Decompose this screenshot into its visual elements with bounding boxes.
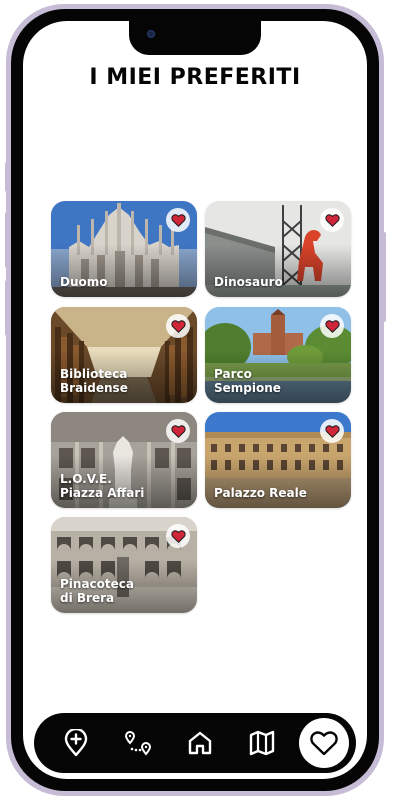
favorite-card-label: Pinacoteca di Brera <box>60 577 134 605</box>
heart-icon <box>170 214 186 227</box>
heart-icon <box>170 530 186 543</box>
nav-map[interactable] <box>242 723 282 763</box>
favorite-card-label: Parco Sempione <box>214 367 281 395</box>
notch <box>129 21 261 55</box>
favorite-toggle-button[interactable] <box>166 419 190 443</box>
nav-favorites[interactable] <box>299 718 349 768</box>
favorite-card-label: L.O.V.E. Piazza Affari <box>60 472 145 500</box>
favorite-card-label: Palazzo Reale <box>214 486 307 500</box>
nav-add-location[interactable] <box>56 723 96 763</box>
favorite-card-palazzo-reale[interactable]: Palazzo Reale <box>205 412 351 508</box>
front-camera <box>147 30 155 38</box>
favorite-card-pinacoteca-di-brera[interactable]: Pinacoteca di Brera <box>51 517 197 613</box>
volume-down-button <box>5 280 9 336</box>
app-screen: I MIEI PREFERITI Duomo Dinosauro Bibliot… <box>23 21 367 779</box>
favorite-toggle-button[interactable] <box>166 208 190 232</box>
favorite-toggle-button[interactable] <box>320 208 344 232</box>
heart-icon <box>310 731 338 756</box>
favorite-toggle-button[interactable] <box>166 314 190 338</box>
heart-icon <box>324 214 340 227</box>
power-button <box>382 232 386 322</box>
bottom-nav-bar <box>34 713 356 773</box>
volume-up-button <box>5 212 9 268</box>
page-title: I MIEI PREFERITI <box>89 65 301 90</box>
home-icon <box>188 731 212 755</box>
favorite-toggle-button[interactable] <box>320 314 344 338</box>
heart-icon <box>170 320 186 333</box>
favorite-card-label: Biblioteca Braidense <box>60 367 128 395</box>
route-icon <box>124 731 152 756</box>
favorite-card-label: Duomo <box>60 275 108 289</box>
favorite-toggle-button[interactable] <box>320 419 344 443</box>
favorite-card-love-piazza-affari[interactable]: L.O.V.E. Piazza Affari <box>51 412 197 508</box>
add-location-icon <box>64 729 88 757</box>
favorite-card-label: Dinosauro <box>214 275 283 289</box>
favorite-card-biblioteca-braidense[interactable]: Biblioteca Braidense <box>51 307 197 403</box>
heart-icon <box>324 425 340 438</box>
nav-home[interactable] <box>180 723 220 763</box>
favorite-card-duomo[interactable]: Duomo <box>51 201 197 297</box>
mute-switch <box>5 162 9 192</box>
heart-icon <box>324 320 340 333</box>
nav-route[interactable] <box>118 723 158 763</box>
heart-icon <box>170 425 186 438</box>
favorite-card-parco-sempione[interactable]: Parco Sempione <box>205 307 351 403</box>
favorite-card-dinosauro[interactable]: Dinosauro <box>205 201 351 297</box>
favorite-toggle-button[interactable] <box>166 524 190 548</box>
map-icon <box>249 730 275 756</box>
